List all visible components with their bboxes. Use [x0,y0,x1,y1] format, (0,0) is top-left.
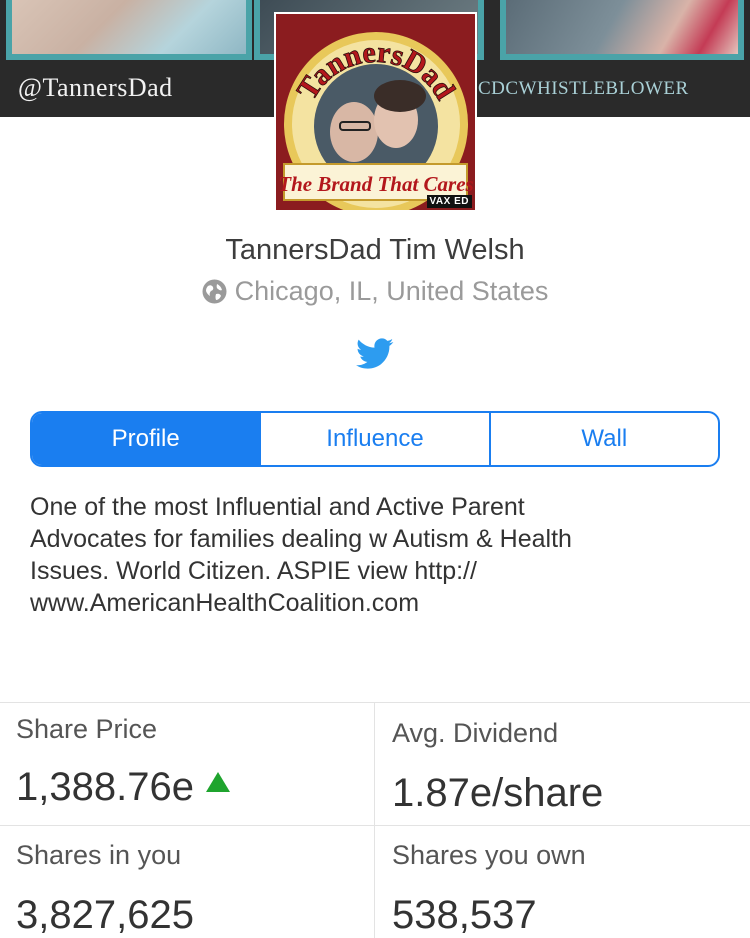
profile-tab-bar: Profile Influence Wall [30,411,720,467]
tab-wall[interactable]: Wall [488,413,718,465]
up-arrow-icon [205,772,230,792]
profile-location: Chicago, IL, United States [0,276,750,307]
banner-handle-left: @TannersDad [18,73,173,102]
bio-line-link[interactable]: www.AmericanHealthCoalition.com [30,587,690,619]
share-price-label: Share Price [16,714,158,744]
profile-avatar[interactable]: TannersDad The Brand That Cares VAX ED [274,12,477,212]
banner-photo-left [6,0,252,60]
twitter-bird-icon[interactable] [356,338,394,370]
banner-handle-right: CDCWHISTLEBLOWER [478,78,689,99]
banner-photo-right [500,0,744,60]
tab-influence[interactable]: Influence [259,413,488,465]
avatar-tagline: The Brand That Cares [278,172,473,196]
bio-line: Advocates for families dealing w Autism … [30,525,572,553]
avatar-corner-badge: VAX ED [426,195,472,208]
avg-dividend-label: Avg. Dividend [392,718,559,748]
shares-you-own-value: 538,537 [392,893,537,937]
avg-dividend-value: 1.87e/share [392,771,604,815]
share-price-value: 1,388.76e [16,765,230,810]
stats-divider-horizontal [0,825,750,826]
profile-location-text: Chicago, IL, United States [234,276,549,306]
tab-profile[interactable]: Profile [32,413,260,465]
shares-in-you-label: Shares in you [16,840,182,870]
bio-line: Issues. World Citizen. ASPIE view http:/… [30,557,477,585]
profile-bio: One of the most Influential and Active P… [30,491,690,619]
avatar-logo-image: TannersDad The Brand That Cares [276,14,475,210]
shares-in-you-value: 3,827,625 [16,893,194,937]
share-price-amount: 1,388.76e [16,765,194,809]
bio-line: One of the most Influential and Active P… [30,493,525,521]
stats-grid: Share Price 1,388.76e Avg. Dividend 1.87… [0,702,750,938]
shares-you-own-label: Shares you own [392,840,586,870]
stats-divider-vertical [374,703,375,938]
profile-name: TannersDad Tim Welsh [225,234,525,266]
globe-icon [202,279,227,304]
